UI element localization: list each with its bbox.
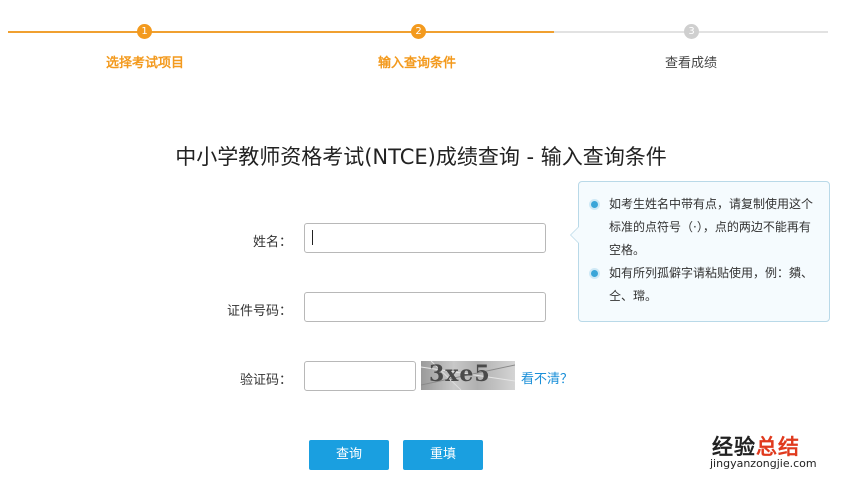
step-3-label: 查看成绩 bbox=[664, 56, 717, 71]
id-number-input[interactable] bbox=[304, 292, 546, 322]
step-1-indicator: 1 bbox=[137, 24, 152, 39]
text-caret bbox=[312, 230, 313, 245]
id-number-label: 证件号码： bbox=[226, 304, 292, 319]
info-bullet-icon bbox=[589, 199, 600, 210]
name-label: 姓名： bbox=[252, 235, 292, 250]
tip-text: 如有所列孤僻字请粘贴使用，例：㚍、仝、瑺。 bbox=[609, 266, 814, 303]
watermark-url: jingyanzongjie.com bbox=[710, 457, 817, 470]
tip-text: 如考生姓名中带有点，请复制使用这个标准的点符号（·），点的两边不能再有空格。 bbox=[609, 197, 814, 257]
input-tips-box: 如考生姓名中带有点，请复制使用这个标准的点符号（·），点的两边不能再有空格。 如… bbox=[570, 181, 830, 322]
step-3-indicator: 3 bbox=[684, 24, 699, 39]
step-2-indicator: 2 bbox=[411, 24, 426, 39]
reset-button[interactable]: 重填 bbox=[403, 440, 483, 470]
captcha-image-text: 3xe5 bbox=[429, 361, 491, 387]
progress-line-completed bbox=[8, 31, 554, 33]
step-1-label: 选择考试项目 bbox=[105, 56, 184, 71]
watermark-part1: 经验 bbox=[712, 435, 756, 459]
step-2-label: 输入查询条件 bbox=[377, 56, 456, 71]
page-title: 中小学教师资格考试(NTCE)成绩查询 - 输入查询条件 bbox=[175, 145, 667, 169]
name-input[interactable] bbox=[304, 223, 546, 253]
tip-pointer bbox=[570, 226, 579, 244]
captcha-image[interactable]: 3xe5 bbox=[421, 361, 515, 390]
watermark-part2: 总结 bbox=[756, 435, 800, 459]
captcha-label: 验证码： bbox=[239, 373, 292, 388]
refresh-captcha-link[interactable]: 看不清？ bbox=[521, 368, 573, 387]
tip-item-rare-characters: 如有所列孤僻字请粘贴使用，例：㚍、仝、瑺。 bbox=[589, 262, 821, 308]
captcha-input[interactable] bbox=[304, 361, 416, 391]
query-button[interactable]: 查询 bbox=[309, 440, 389, 470]
tip-item-dot-symbol: 如考生姓名中带有点，请复制使用这个标准的点符号（·），点的两边不能再有空格。 bbox=[589, 193, 821, 262]
info-bullet-icon bbox=[589, 268, 600, 279]
